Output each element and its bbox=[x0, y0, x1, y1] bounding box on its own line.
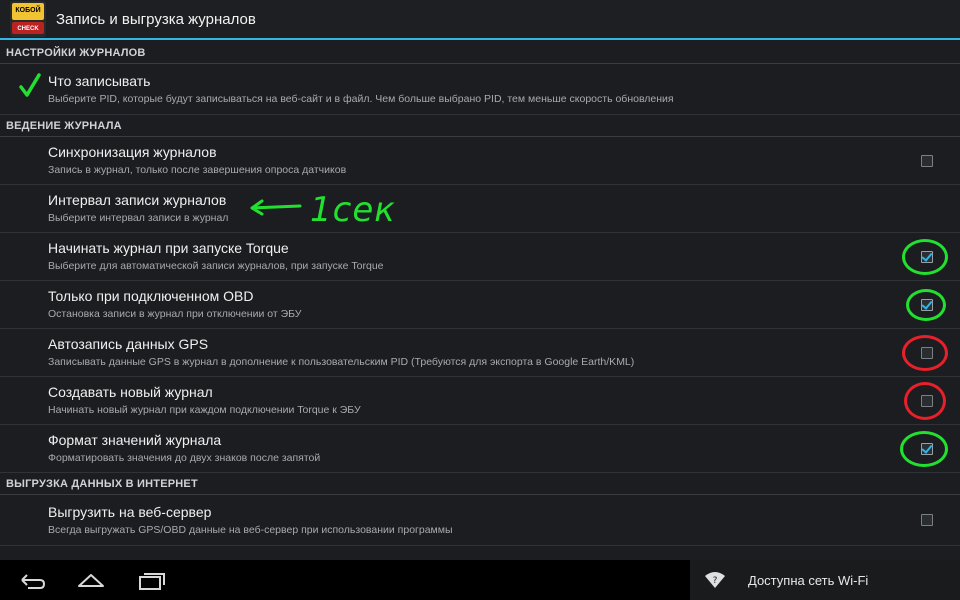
pref-start-on-launch[interactable]: Начинать журнал при запуске Torque Выбер… bbox=[0, 233, 960, 281]
green-circle-annotation bbox=[906, 289, 946, 321]
pref-summary: Записывать данные GPS в журнал в дополне… bbox=[48, 356, 635, 368]
page-title: Запись и выгрузка журналов bbox=[56, 10, 256, 28]
back-icon[interactable] bbox=[14, 568, 48, 592]
home-icon[interactable] bbox=[74, 568, 108, 592]
pref-label: Что записывать bbox=[48, 72, 151, 89]
pref-label: Начинать журнал при запуске Torque bbox=[48, 240, 289, 256]
svg-text:?: ? bbox=[713, 576, 718, 586]
checkmark-icon bbox=[19, 73, 41, 97]
pref-upload-webserver[interactable]: Выгрузить на веб-сервер Всегда выгружать… bbox=[0, 495, 960, 546]
section-header-upload: ВЫГРУЗКА ДАННЫХ В ИНТЕРНЕТ bbox=[0, 473, 960, 495]
annotation-text: 1сек bbox=[310, 190, 396, 230]
pref-summary: Начинать новый журнал при каждом подключ… bbox=[48, 404, 361, 416]
pref-only-obd-connected[interactable]: Только при подключенном OBD Остановка за… bbox=[0, 281, 960, 329]
pref-label: Выгрузить на веб-сервер bbox=[48, 503, 212, 520]
upload-webserver-checkbox[interactable] bbox=[921, 514, 933, 526]
pref-label: Автозапись данных GPS bbox=[48, 336, 209, 352]
pref-log-interval[interactable]: Интервал записи журналов Выберите интерв… bbox=[0, 185, 960, 233]
section-header-logging: ВЕДЕНИЕ ЖУРНАЛА bbox=[0, 115, 960, 137]
red-circle-annotation bbox=[904, 382, 946, 420]
red-circle-annotation bbox=[902, 335, 948, 371]
pref-label: Интервал записи журналов bbox=[48, 192, 227, 208]
arrow-left-icon bbox=[250, 199, 302, 216]
pref-label: Формат значений журнала bbox=[48, 432, 222, 448]
wifi-question-icon: ? bbox=[705, 572, 725, 588]
app-logo-icon[interactable]: КОБОЙ CHECK bbox=[10, 1, 46, 37]
recent-apps-icon[interactable] bbox=[134, 568, 168, 592]
notification-text: Доступна сеть Wi-Fi bbox=[748, 572, 869, 588]
pref-sync-logs[interactable]: Синхронизация журналов Запись в журнал, … bbox=[0, 137, 960, 185]
green-circle-annotation bbox=[900, 431, 948, 467]
action-bar: КОБОЙ CHECK Запись и выгрузка журналов bbox=[0, 0, 960, 40]
pref-label: Создавать новый журнал bbox=[48, 384, 213, 400]
sync-logs-checkbox[interactable] bbox=[921, 154, 933, 167]
system-nav-bar: ? Доступна сеть Wi-Fi bbox=[0, 560, 960, 600]
pref-label: Только при подключенном OBD bbox=[48, 288, 254, 304]
pref-summary: Выберите интервал записи в журнал bbox=[48, 212, 229, 224]
pref-summary: Остановка записи в журнал при отключении… bbox=[48, 308, 302, 320]
pref-value-format[interactable]: Формат значений журнала Форматировать зн… bbox=[0, 425, 960, 473]
section-header-log-settings: НАСТРОЙКИ ЖУРНАЛОВ bbox=[0, 42, 960, 64]
pref-summary: Выберите для автоматической записи журна… bbox=[48, 260, 384, 272]
wifi-notification[interactable]: ? Доступна сеть Wi-Fi bbox=[690, 560, 960, 600]
pref-new-log[interactable]: Создавать новый журнал Начинать новый жу… bbox=[0, 377, 960, 425]
pref-summary: Запись в журнал, только после завершения… bbox=[48, 164, 347, 176]
green-circle-annotation bbox=[902, 239, 948, 275]
pref-label: Синхронизация журналов bbox=[48, 144, 217, 160]
pref-summary: Выберите PID, которые будут записываться… bbox=[48, 92, 674, 105]
pref-summary: Всегда выгружать GPS/OBD данные на веб-с… bbox=[48, 523, 453, 536]
preferences-list: НАСТРОЙКИ ЖУРНАЛОВ Что записывать Выбери… bbox=[0, 42, 960, 560]
pref-what-to-record[interactable]: Что записывать Выберите PID, которые буд… bbox=[0, 64, 960, 115]
logo-bottom-text: CHECK bbox=[17, 26, 39, 32]
pref-gps-autolog[interactable]: Автозапись данных GPS Записывать данные … bbox=[0, 329, 960, 377]
pref-summary: Форматировать значения до двух знаков по… bbox=[48, 452, 321, 464]
logo-top-text: КОБОЙ bbox=[15, 7, 41, 14]
